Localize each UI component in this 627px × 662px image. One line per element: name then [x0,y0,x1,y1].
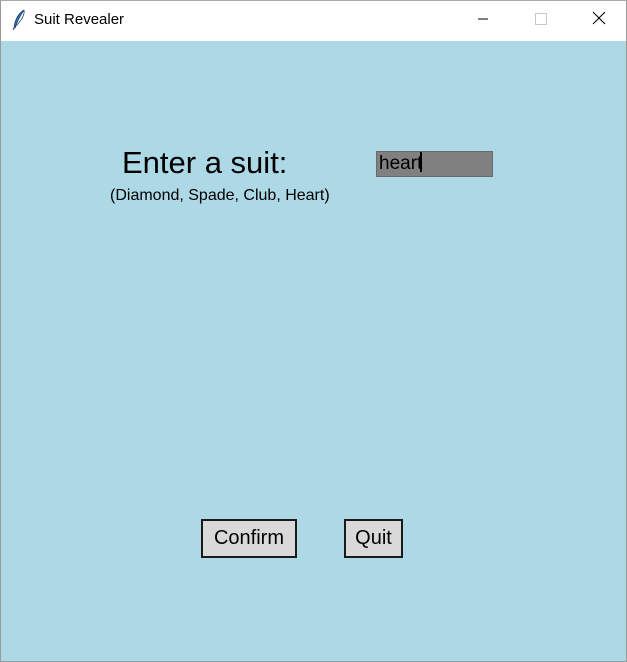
maximize-icon [535,12,547,30]
confirm-button-label: Confirm [213,527,284,549]
close-button[interactable] [570,1,627,40]
title-bar[interactable]: Suit Revealer [1,1,626,40]
main-panel: Enter a suit: (Diamond, Spade, Club, Hea… [1,41,626,661]
minimize-icon [477,12,489,30]
maximize-button[interactable] [512,1,570,40]
suit-hint-label: (Diamond, Spade, Club, Heart) [110,187,330,204]
close-icon [592,11,606,30]
confirm-button[interactable]: Confirm [201,519,297,558]
text-cursor [420,152,423,172]
quit-button-label: Quit [355,527,392,549]
suit-input-value: heart [379,153,423,174]
window-title: Suit Revealer [34,11,125,28]
suit-prompt-label: Enter a suit: [122,145,288,180]
minimize-button[interactable] [454,1,512,40]
app-window: Suit Revealer Enter a suit: (Diamond, Sp… [0,0,627,662]
quit-button[interactable]: Quit [344,519,403,558]
suit-input[interactable]: heart [376,151,493,177]
feather-icon [11,9,27,31]
